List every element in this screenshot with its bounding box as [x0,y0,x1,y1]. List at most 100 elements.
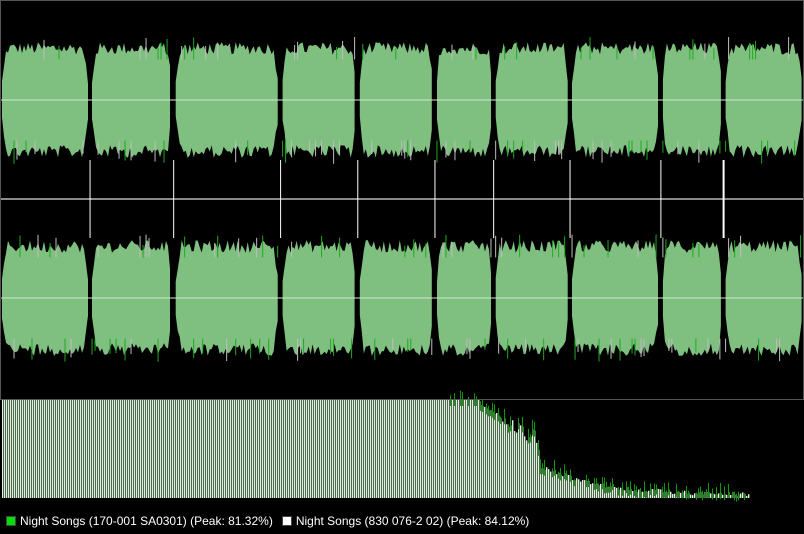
spectrum-bar [244,400,246,498]
spectrum-bar [152,400,154,498]
spectrum-bar [350,400,352,498]
spectrum-bar [306,400,308,498]
spectrum-bar [62,400,64,498]
spectrum-bar [226,400,228,498]
spectrum-bar [342,400,344,498]
spectrum-bar [690,494,692,498]
spectrum-bar [112,400,114,498]
spectrum-bar [508,426,510,498]
spectrum-bar [126,400,128,498]
spectrum-bar [396,400,398,498]
spectrum-bar [60,400,62,498]
spectrum-bar [248,400,250,498]
spectrum-bar [282,400,284,498]
spectrum-bar [548,469,550,498]
spectrum-bar [14,400,16,498]
spectrum-bar [148,400,150,498]
spectrum-bar [68,400,70,498]
spectrum-bar [494,413,496,498]
spectrum-bar [70,400,72,498]
spectrum-bar [438,400,440,498]
spectrum-bar [266,400,268,498]
spectrum-bar [96,400,98,498]
spectrum-bar [170,400,172,498]
spectrum-bar [6,400,8,498]
spectrum-bar [214,400,216,498]
spectrum-bar [680,492,682,498]
spectrum-bar [22,400,24,498]
spectrum-bar [192,400,194,498]
spectrum-bar [312,400,314,498]
spectrum-bar [174,400,176,498]
spectrum-bar [402,400,404,498]
spectrum-bar [280,400,282,498]
spectrum-bar [392,400,394,498]
spectrum-bar [408,400,410,498]
spectrum-bar [162,400,164,498]
spectrum-bar [470,400,472,498]
spectrum-bar [268,400,270,498]
spectrum-bar [492,411,494,498]
legend-item-a: Night Songs (170-001 SA0301) (Peak: 81.3… [6,514,273,528]
spectrum-bar [82,400,84,498]
spectrum-bar [144,400,146,498]
spectrum-bar [76,400,78,498]
spectrum-bar [72,400,74,498]
spectrum-bar [452,400,454,498]
spectrum-bar [318,400,320,498]
spectrum-bar [146,400,148,498]
spectrum-bar [194,400,196,498]
spectrum-bar [208,400,210,498]
spectrum-bar [274,400,276,498]
spectrum-bar [482,406,484,498]
spectrum-bar [168,400,170,498]
spectrum-bar [80,400,82,498]
spectrum-bar [416,400,418,498]
spectrum-bar [110,400,112,498]
spectrum-bar [50,400,52,498]
spectrum-bar [530,436,532,498]
spectrum-bar [316,400,318,498]
spectrum-display[interactable] [0,0,804,507]
spectrum-bar [718,493,720,498]
spectrum-bar [352,400,354,498]
spectrum-bar [240,400,242,498]
spectrum-bar [506,424,508,498]
spectrum-bar [722,494,724,498]
spectrum-bar [434,400,436,498]
spectrum-bar [400,400,402,498]
spectrum-bar [228,400,230,498]
spectrum-bar [502,421,504,498]
spectrum-bar [158,400,160,498]
spectrum-bar [670,491,672,498]
spectrum-bar [276,400,278,498]
spectrum-bar [224,400,226,498]
spectrum-bar [190,400,192,498]
spectrum-bar [178,400,180,498]
spectrum-bar [328,400,330,498]
spectrum-bar [518,423,520,498]
spectrum-bar [624,490,626,498]
spectrum-bar [466,400,468,498]
spectrum-bar [330,400,332,498]
spectrum-bar [448,400,450,498]
spectrum-bar [412,400,414,498]
spectrum-bar [58,400,60,498]
spectrum-bar [516,432,518,498]
spectrum-bar [476,400,478,498]
spectrum-bar [256,400,258,498]
spectrum-bar [84,400,86,498]
spectrum-bar [592,483,594,498]
spectrum-bar [440,400,442,498]
spectrum-bar [590,484,592,498]
spectrum-bar [358,400,360,498]
spectrum-bar [134,400,136,498]
spectrum-bar [250,400,252,498]
spectrum-bar [286,400,288,498]
spectrum-bar [20,400,22,498]
spectrum-bar [264,400,266,498]
spectrum-bar [206,400,208,498]
spectrum-bar [582,479,584,498]
spectrum-bar [64,400,66,498]
spectrum-bar [172,400,174,498]
